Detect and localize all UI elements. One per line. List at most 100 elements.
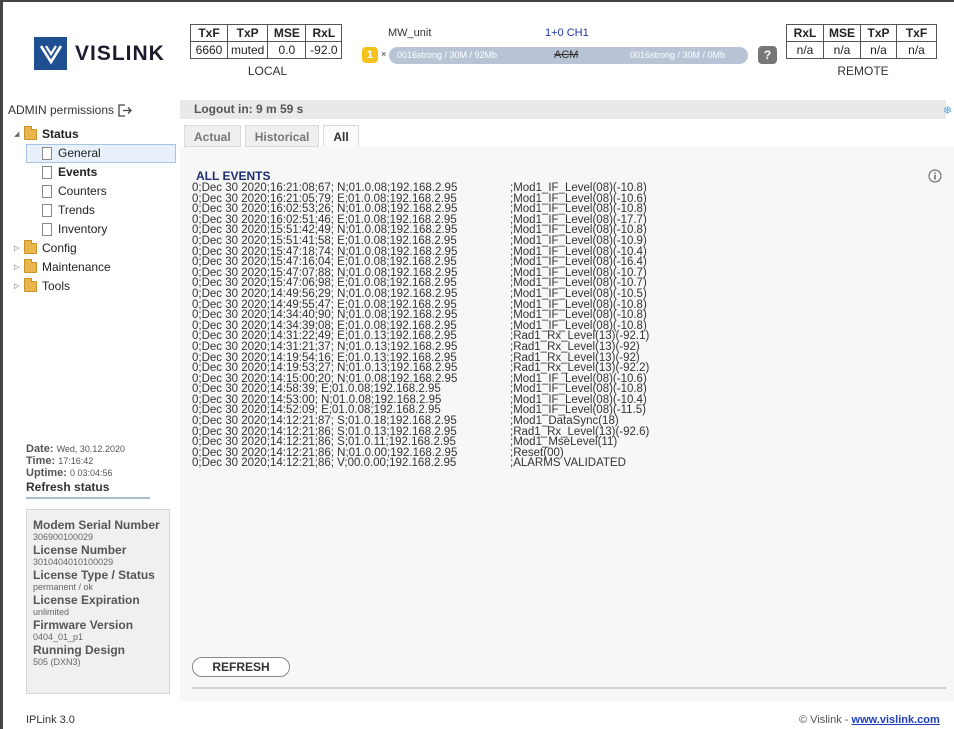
tree-item-general-label: General	[58, 146, 101, 160]
local-header-mse: MSE	[267, 24, 307, 42]
time-label: Time:	[26, 455, 56, 467]
remote-header-mse: MSE	[823, 24, 861, 42]
remote-header-txf: TxF	[896, 24, 937, 42]
collapsed-arrow-icon[interactable]: ▷	[14, 258, 24, 277]
remote-value-txf: n/a	[896, 41, 937, 59]
modem-serial-value: 306900100029	[33, 532, 94, 542]
local-header-rxl: RxL	[305, 24, 343, 42]
document-icon	[42, 166, 52, 179]
remote-value-rxl: n/a	[786, 41, 824, 59]
tree-item-counters[interactable]: Counters	[14, 182, 179, 201]
local-value-txp: muted	[226, 41, 269, 59]
tree-tools-label: Tools	[42, 279, 71, 293]
local-value-txf: 6660	[190, 41, 228, 59]
date-value: Wed, 30.12.2020	[56, 444, 125, 454]
running-design-value: 505 (DXN3)	[33, 657, 81, 667]
expanded-arrow-icon[interactable]: ◢	[14, 125, 24, 144]
license-expiration-value: unlimited	[33, 607, 70, 617]
uptime-label: Uptime:	[26, 467, 67, 479]
vislink-website-link[interactable]: www.vislink.com	[852, 714, 940, 726]
right-modulation: 0016strong / 30M / 0Mb	[630, 50, 726, 60]
remote-header-txp: TxP	[860, 24, 897, 42]
event-source: 0;Dec 30 2020;15:51:41;58; E;01.0.08;192…	[192, 234, 457, 247]
folder-icon	[24, 126, 37, 140]
left-edge	[0, 0, 3, 729]
license-number-label: License Number	[33, 543, 127, 557]
tree-status[interactable]: ◢ Status	[14, 125, 179, 144]
device-info-panel: Modem Serial Number 306900100029 License…	[26, 509, 170, 694]
tree-item-counters-label: Counters	[58, 184, 107, 198]
logo-mark-icon	[34, 37, 67, 70]
time-value: 17:16:42	[58, 456, 94, 466]
remote-header-rxl: RxL	[786, 24, 824, 42]
tab-actual[interactable]: Actual	[184, 125, 241, 147]
license-type-label: License Type / Status	[33, 568, 155, 582]
link-bar: 0016strong / 30M / 92Mb ACM 0016strong /…	[389, 47, 748, 64]
tree-item-general[interactable]: General	[26, 144, 176, 163]
tree-item-trends[interactable]: Trends	[14, 201, 179, 220]
top-rule	[0, 0, 954, 2]
left-modulation: 0016strong / 30M / 92Mb	[397, 50, 498, 60]
channel-count-badge[interactable]: 1	[362, 47, 378, 63]
refresh-progress-line	[26, 497, 150, 499]
local-stats-table: TxF TxP MSE RxL 6660 muted 0.0 -92.0	[190, 24, 343, 59]
content-divider	[192, 687, 946, 689]
tab-all[interactable]: All	[323, 125, 359, 147]
link-status: MW_unit 1+0 CH1 1 × 0016strong / 30M / 9…	[360, 24, 778, 64]
events-tabs: Actual Historical All	[184, 125, 363, 147]
license-number-value: 3010404010100029	[33, 557, 114, 567]
admin-permissions[interactable]: ADMIN permissions	[8, 103, 132, 117]
tree-item-inventory[interactable]: Inventory	[14, 220, 179, 239]
modem-serial-label: Modem Serial Number	[33, 518, 160, 532]
tree-config[interactable]: ▷ Config	[14, 239, 179, 258]
copyright-text: © Vislink -	[799, 714, 852, 726]
vislink-logo: VISLINK	[34, 37, 165, 70]
product-version: IPLink 3.0	[26, 714, 75, 726]
logout-icon[interactable]	[118, 103, 132, 117]
admin-label: ADMIN permissions	[8, 103, 115, 117]
collapsed-arrow-icon[interactable]: ▷	[14, 277, 24, 296]
document-icon	[42, 185, 52, 198]
tree-tools[interactable]: ▷ Tools	[14, 277, 179, 296]
navigation-tree: ◢ Status General Events Counters Trends …	[14, 125, 179, 296]
help-button[interactable]: ?	[758, 46, 777, 64]
folder-icon	[24, 259, 37, 273]
tree-item-events-label: Events	[58, 165, 98, 179]
tree-maintenance-label: Maintenance	[42, 260, 111, 274]
copyright: © Vislink - www.vislink.com	[799, 714, 940, 726]
unit-name: MW_unit	[388, 27, 432, 39]
collapsed-arrow-icon[interactable]: ▷	[14, 239, 24, 258]
local-header-txf: TxF	[190, 24, 228, 42]
tree-status-label: Status	[42, 127, 79, 141]
firmware-version-label: Firmware Version	[33, 618, 134, 632]
local-value-rxl: -92.0	[305, 41, 343, 59]
tab-historical[interactable]: Historical	[244, 125, 320, 147]
tree-config-label: Config	[42, 241, 77, 255]
remote-caption: REMOTE	[837, 64, 889, 78]
events-panel: ALL EVENTS 0;Dec 30 2020;16:21:08;67; N;…	[180, 147, 954, 701]
tree-item-trends-label: Trends	[58, 203, 95, 217]
folder-icon	[24, 240, 37, 254]
channel-name: 1+0 CH1	[545, 27, 589, 39]
event-source: 0;Dec 30 2020;14:49:56;29; N;01.0.08;192…	[192, 287, 458, 300]
acm-mode: ACM	[554, 49, 579, 61]
local-header-txp: TxP	[226, 24, 269, 42]
folder-icon	[24, 278, 37, 292]
snowflake-icon[interactable]: ❄	[943, 104, 952, 117]
event-source: 0;Dec 30 2020;14:12:21;86; V;00.0.00;192…	[192, 457, 457, 470]
multiplier-sign: ×	[381, 49, 387, 59]
remote-value-mse: n/a	[823, 41, 861, 59]
logout-timer: Logout in: 9 m 59 s	[180, 100, 946, 119]
date-time-panel: Date: Wed, 30.12.2020 Time: 17:16:42 Upt…	[26, 443, 156, 499]
license-type-value: permanent / ok	[33, 582, 94, 592]
refresh-button[interactable]: REFRESH	[192, 657, 290, 677]
tree-maintenance[interactable]: ▷ Maintenance	[14, 258, 179, 277]
document-icon	[42, 204, 52, 217]
remote-stats-table: RxL MSE TxP TxF n/a n/a n/a n/a	[786, 24, 937, 59]
running-design-label: Running Design	[33, 643, 125, 657]
local-value-mse: 0.0	[267, 41, 307, 59]
info-icon[interactable]	[928, 169, 942, 183]
refresh-status-link[interactable]: Refresh status	[26, 480, 156, 494]
event-log: 0;Dec 30 2020;16:21:08;67; N;01.0.08;192…	[192, 182, 649, 470]
tree-item-events[interactable]: Events	[14, 163, 179, 182]
